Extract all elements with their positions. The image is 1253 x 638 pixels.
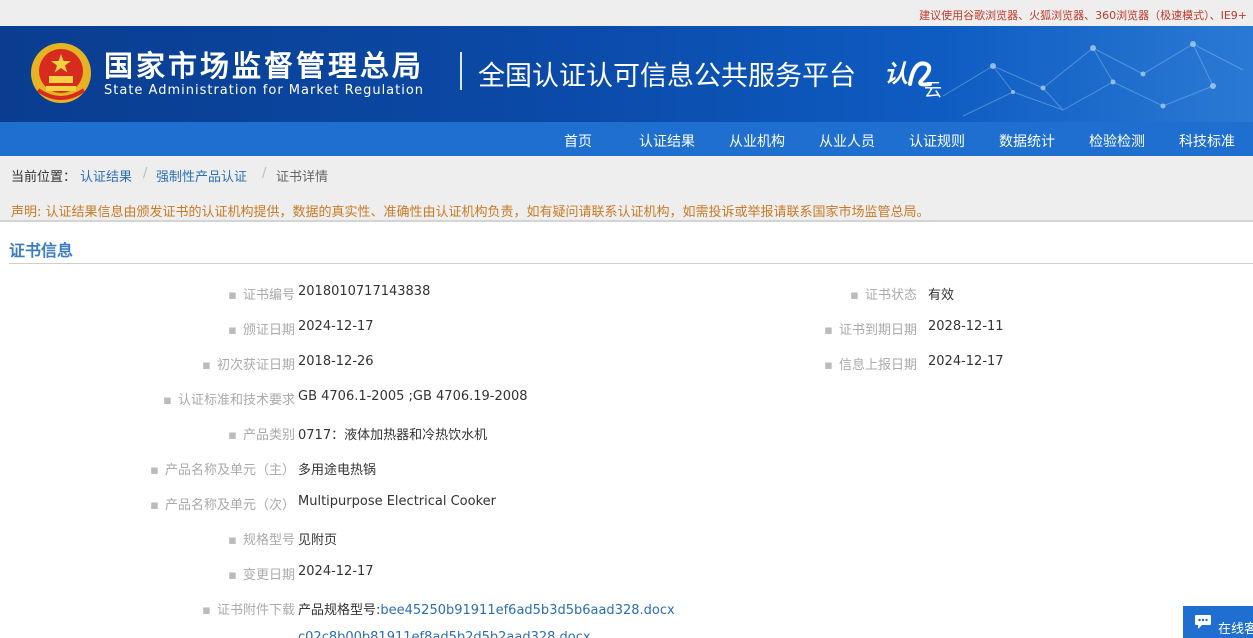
top-notice-bar: 建议使用谷歌浏览器、火狐浏览器、360浏览器（极速模式）、IE9+ (0, 0, 1253, 26)
field-product-category: ▪ 产品类别 0717：液体加热器和冷热饮水机 (0, 424, 760, 444)
bullet-icon: ▪ (150, 463, 159, 478)
attachment-download-link-partial[interactable]: c02c8b00b81911ef8ad5b2d5b2aad328.docx (298, 630, 591, 638)
bullet-icon: ▪ (850, 288, 859, 303)
field-label: 初次获证日期 (216, 358, 295, 373)
breadcrumb-separator: / (143, 166, 148, 181)
field-label: 变更日期 (242, 568, 295, 583)
svg-text:云: 云 (924, 80, 942, 100)
field-value: 2018-12-26 (298, 354, 374, 369)
bullet-icon: ▪ (228, 428, 237, 443)
nav-item-cert-results[interactable]: 认证结果 (639, 131, 695, 151)
field-issue-date: ▪ 颁证日期 2024-12-17 (0, 319, 760, 339)
field-value: 2018010717143838 (298, 284, 431, 299)
banner-divider (460, 52, 462, 90)
field-standards: ▪ 认证标准和技术要求 GB 4706.1-2005 ;GB 4706.19-20… (0, 389, 760, 409)
disclaimer-bar: 声明: 认证结果信息由颁发证书的认证机构提供，数据的真实性、准确性由认证机构负责… (0, 192, 1253, 222)
field-report-date: ▪ 信息上报日期 2024-12-17 (760, 354, 1253, 374)
attachment-download-link[interactable]: bee45250b91911ef6ad5b3d5b6aad328.docx (380, 603, 674, 618)
field-label: 证书编号 (242, 288, 295, 303)
bullet-icon: ▪ (150, 498, 159, 513)
bullet-icon: ▪ (228, 568, 237, 583)
attachment-prefix: 产品规格型号: (298, 603, 381, 618)
field-label: 证书到期日期 (838, 323, 917, 338)
breadcrumb: 当前位置： 认证结果 / 强制性产品认证 / 证书详情 (0, 156, 1253, 192)
field-value: GB 4706.1-2005 ;GB 4706.19-2008 (298, 389, 528, 404)
field-product-name-primary: ▪ 产品名称及单元（主） 多用途电热锅 (0, 459, 760, 479)
breadcrumb-separator: / (262, 166, 267, 181)
bullet-icon: ▪ (824, 323, 833, 338)
field-change-date: ▪ 变更日期 2024-12-17 (0, 564, 760, 584)
network-decoration-icon (942, 41, 1244, 117)
disclaimer-text: 声明: 认证结果信息由颁发证书的认证机构提供，数据的真实性、准确性由认证机构负责… (11, 205, 930, 220)
field-value: Multipurpose Electrical Cooker (298, 494, 496, 509)
field-attachment: ▪ 证书附件下载 产品规格型号:bee45250b91911ef6ad5b3d5b… (0, 599, 760, 619)
breadcrumb-item-current: 证书详情 (276, 170, 329, 185)
nav-item-personnel[interactable]: 从业人员 (819, 131, 875, 151)
nav-item-home[interactable]: 首页 (564, 131, 592, 151)
nav-item-institutions[interactable]: 从业机构 (729, 131, 785, 151)
main-nav: 首页 认证结果 从业机构 从业人员 认证规则 数据统计 检验检测 科技标准 (0, 122, 1253, 156)
platform-name: 全国认证认可信息公共服务平台 (478, 61, 856, 92)
breadcrumb-label: 当前位置： (11, 170, 77, 185)
field-cert-number: ▪ 证书编号 2018010717143838 (0, 284, 760, 304)
platform-logo-icon: 认 云 (884, 59, 942, 100)
field-first-cert-date: ▪ 初次获证日期 2018-12-26 (0, 354, 760, 374)
field-value: 多用途电热锅 (298, 463, 377, 478)
field-model-spec: ▪ 规格型号 见附页 (0, 529, 760, 549)
field-value: 2024-12-17 (298, 564, 374, 579)
field-label: 信息上报日期 (838, 358, 917, 373)
chat-bubble-icon (1195, 615, 1211, 629)
bullet-icon: ▪ (163, 393, 172, 408)
bullet-icon: ▪ (824, 358, 833, 373)
svg-text:认: 认 (884, 59, 908, 88)
header-banner: 国家市场监督管理总局 State Administration for Mark… (0, 26, 1253, 122)
section-title: 证书信息 (9, 241, 74, 260)
field-label: 产品类别 (242, 428, 295, 443)
agency-name-en: State Administration for Market Regulati… (104, 83, 425, 98)
field-expiry-date: ▪ 证书到期日期 2028-12-11 (760, 319, 1253, 339)
field-label: 产品名称及单元（次） (164, 498, 295, 513)
nav-item-tech-standards[interactable]: 科技标准 (1179, 131, 1235, 151)
field-label: 证书附件下载 (216, 603, 295, 618)
field-value: 2024-12-17 (298, 319, 374, 334)
field-label: 认证标准和技术要求 (177, 393, 295, 408)
online-service-label: 在线客服 (1218, 622, 1253, 637)
nav-item-statistics[interactable]: 数据统计 (999, 131, 1055, 151)
field-product-name-secondary: ▪ 产品名称及单元（次） Multipurpose Electrical Cook… (0, 494, 760, 514)
breadcrumb-item-ccc[interactable]: 强制性产品认证 (156, 166, 247, 185)
bullet-icon: ▪ (228, 323, 237, 338)
bullet-icon: ▪ (202, 358, 211, 373)
field-label: 证书状态 (864, 288, 917, 303)
field-label: 产品名称及单元（主） (164, 463, 295, 478)
field-label: 颁证日期 (242, 323, 295, 338)
nav-item-testing[interactable]: 检验检测 (1089, 131, 1145, 151)
nav-item-cert-rules[interactable]: 认证规则 (909, 131, 965, 151)
agency-name-cn: 国家市场监督管理总局 (104, 49, 425, 83)
breadcrumb-item-cert-results[interactable]: 认证结果 (80, 166, 132, 185)
online-service-button[interactable]: 在线客服 (1183, 606, 1253, 638)
field-value: 有效 (928, 288, 955, 303)
field-label: 规格型号 (242, 533, 295, 548)
browser-notice: 建议使用谷歌浏览器、火狐浏览器、360浏览器（极速模式）、IE9+ (919, 9, 1247, 22)
field-value: 2024-12-17 (928, 354, 1004, 369)
field-value: 见附页 (298, 533, 338, 548)
field-cert-status: ▪ 证书状态 有效 (760, 284, 1253, 304)
national-emblem-icon (31, 43, 91, 103)
section-divider (9, 263, 1253, 264)
bullet-icon: ▪ (228, 533, 237, 548)
field-value: 0717：液体加热器和冷热饮水机 (298, 428, 488, 443)
bullet-icon: ▪ (228, 288, 237, 303)
bullet-icon: ▪ (202, 603, 211, 618)
field-value: 2028-12-11 (928, 319, 1004, 334)
